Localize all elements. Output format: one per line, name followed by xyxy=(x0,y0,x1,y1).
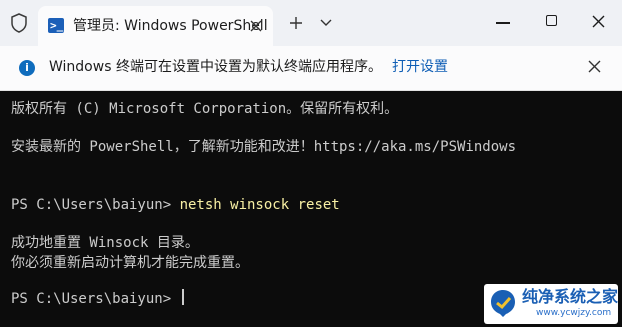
new-tab-icon[interactable] xyxy=(289,16,303,30)
terminal-prompt-line: PS C:\Users\baiyun> xyxy=(11,289,184,309)
prompt: PS C:\Users\baiyun> xyxy=(11,197,180,213)
info-icon: i xyxy=(19,60,35,76)
watermark-url: www.ycwjzy.com xyxy=(536,308,612,318)
prompt: PS C:\Users\baiyun> xyxy=(11,291,180,307)
info-bar: i Windows 终端可在设置中设置为默认终端应用程序。 打开设置 xyxy=(0,46,622,91)
command-text: netsh winsock reset xyxy=(179,197,340,213)
tab-close-icon[interactable] xyxy=(249,19,263,33)
minimize-button[interactable] xyxy=(496,22,510,24)
terminal-line: 版权所有 (C) Microsoft Corporation。保留所有权利。 xyxy=(11,101,399,117)
title-bar: >_ 管理员: Windows PowerShell xyxy=(0,0,622,46)
tab-powershell[interactable]: >_ 管理员: Windows PowerShell xyxy=(38,6,273,46)
powershell-icon: >_ xyxy=(48,18,64,33)
text-cursor xyxy=(181,289,184,305)
powershell-icon-glyph: >_ xyxy=(50,19,64,32)
terminal-prompt-line: PS C:\Users\baiyun> netsh winsock reset xyxy=(11,195,340,215)
close-window-button[interactable] xyxy=(592,15,605,28)
open-settings-link[interactable]: 打开设置 xyxy=(392,57,448,77)
tab-title: 管理员: Windows PowerShell xyxy=(73,18,268,34)
site-watermark: 纯净系统之家 www.ycwjzy.com xyxy=(484,284,618,324)
shield-icon xyxy=(11,13,27,33)
maximize-button[interactable] xyxy=(546,15,557,26)
chevron-down-icon[interactable] xyxy=(320,19,332,27)
terminal-line: 你必须重新启动计算机才能完成重置。 xyxy=(11,255,249,271)
watermark-logo-icon xyxy=(491,290,515,317)
info-message: Windows 终端可在设置中设置为默认终端应用程序。 xyxy=(49,59,382,75)
infobar-close-icon[interactable] xyxy=(588,60,601,73)
terminal-line: 成功地重置 Winsock 目录。 xyxy=(11,235,199,251)
watermark-title: 纯净系统之家 xyxy=(522,287,619,306)
terminal-line: 安装最新的 PowerShell，了解新功能和改进！https://aka.ms… xyxy=(11,139,517,155)
